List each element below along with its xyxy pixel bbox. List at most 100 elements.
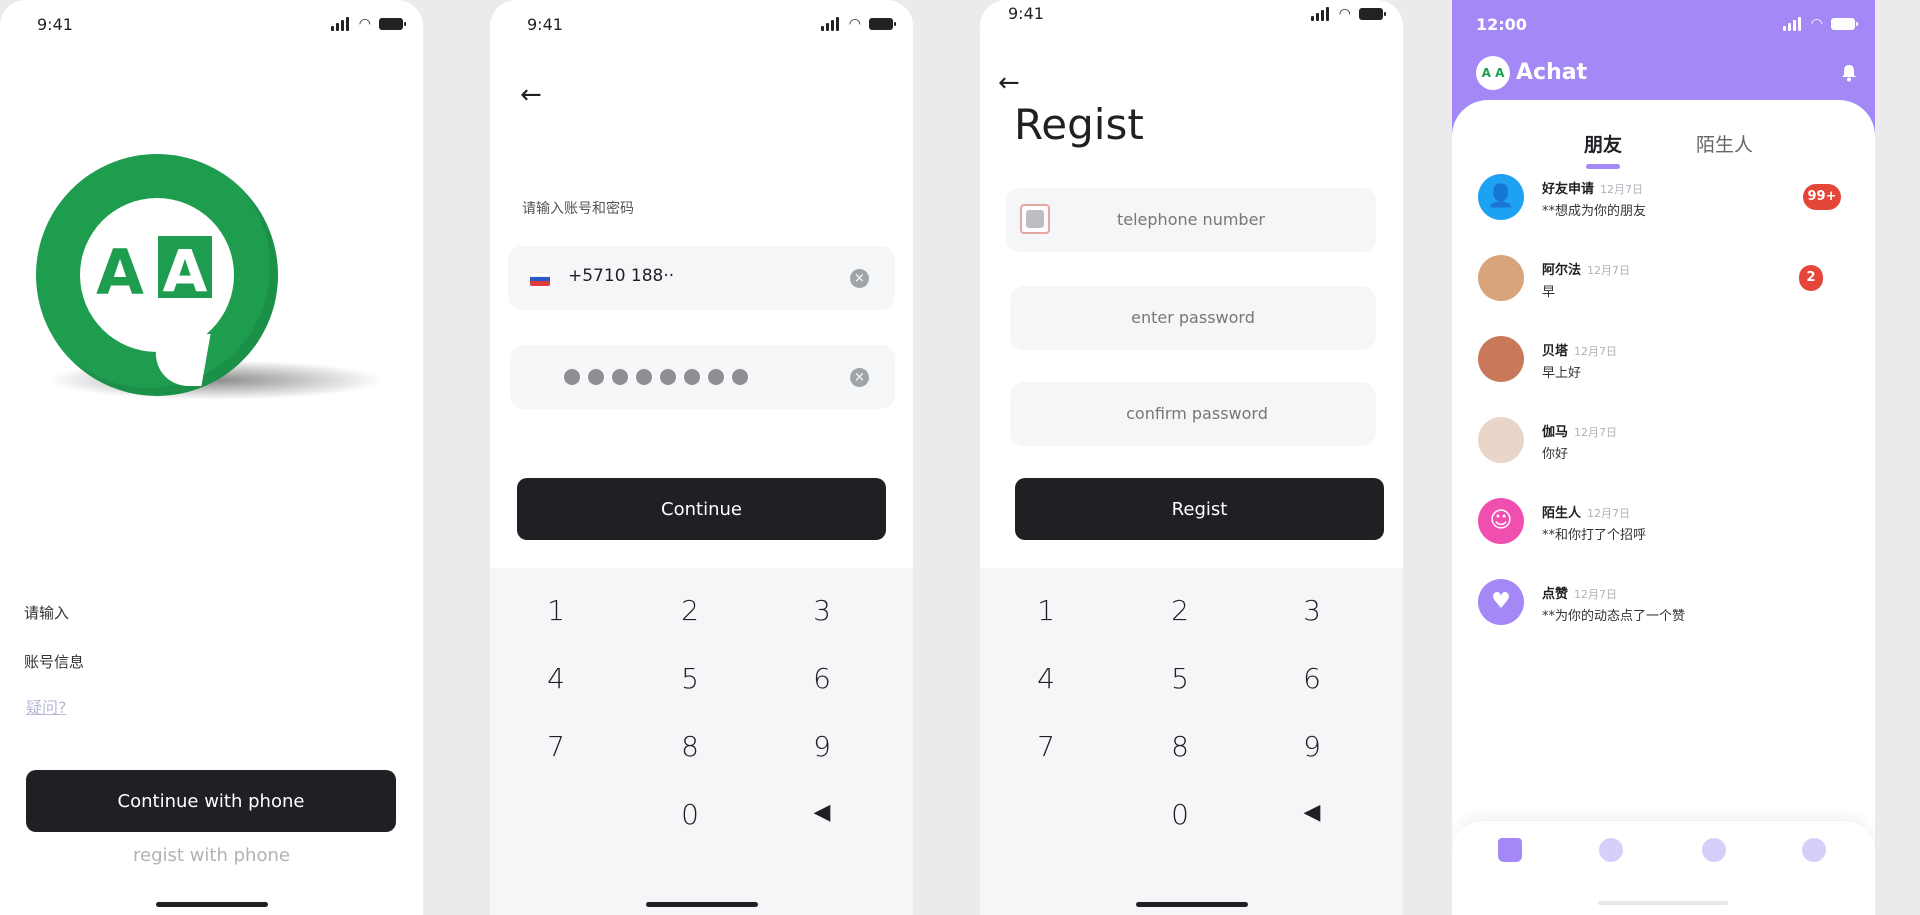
chat-list-item[interactable]: ♥ 点赞 12月7日 **为你的动态点了一个赞: [1452, 569, 1875, 639]
status-time: 9:41: [527, 15, 563, 34]
key-8[interactable]: 8: [660, 730, 720, 763]
regist-button[interactable]: Regist: [1015, 478, 1384, 540]
russia-flag-icon: [530, 272, 550, 286]
clear-icon[interactable]: ×: [850, 368, 869, 387]
home-indicator: [1135, 902, 1248, 907]
app-logo: A A: [36, 150, 396, 420]
chat-name: 好友申请 12月7日: [1542, 182, 1644, 197]
chat-list-item[interactable]: 贝塔 12月7日 早上好: [1452, 326, 1875, 396]
backspace-icon[interactable]: ◀: [792, 800, 852, 825]
chat-name: 阿尔法 12月7日: [1542, 263, 1631, 278]
tab-friends[interactable]: 朋友: [1584, 130, 1622, 169]
key-6[interactable]: 6: [1282, 662, 1342, 695]
unread-badge: 2: [1799, 265, 1823, 291]
home-icon[interactable]: [1498, 838, 1522, 862]
password-dot: [564, 369, 580, 385]
phone-number-field[interactable]: +5710 188·· ×: [508, 246, 895, 310]
unread-badge: 99+: [1803, 184, 1841, 210]
confirm-password-field[interactable]: confirm password: [1010, 382, 1376, 446]
key-2[interactable]: 2: [660, 594, 720, 627]
chat-name: 点赞 12月7日: [1542, 587, 1618, 602]
chat-name: 伽马 12月7日: [1542, 425, 1618, 440]
bottom-nav: [1452, 820, 1875, 915]
back-arrow-icon[interactable]: ←: [998, 68, 1020, 98]
key-9[interactable]: 9: [792, 730, 852, 763]
continue-with-phone-button[interactable]: Continue with phone: [26, 770, 396, 832]
key-3[interactable]: 3: [792, 594, 852, 627]
key-9[interactable]: 9: [1282, 730, 1342, 763]
password-field[interactable]: ×: [510, 345, 895, 409]
chat-date: 12月7日: [1587, 264, 1631, 277]
signal-icon: [1310, 7, 1331, 21]
signal-icon: [1782, 17, 1803, 31]
backspace-icon[interactable]: ◀: [1282, 800, 1342, 825]
chat-list-screen: 12:00 ◠ A A Achat 朋友 陌生人 👤 好友申请 12月7日 **想成为…: [1452, 0, 1875, 915]
login-screen: 9:41 ◠ ← 请输入账号和密码 +5710 188·· × × Contin…: [490, 0, 913, 915]
chat-list-item[interactable]: ☺ 陌生人 12月7日 **和你打了个招呼: [1452, 488, 1875, 558]
key-2[interactable]: 2: [1150, 594, 1210, 627]
telephone-number-field[interactable]: telephone number: [1006, 188, 1376, 252]
enter-password-field[interactable]: enter password: [1010, 286, 1376, 350]
avatar: [1478, 255, 1524, 301]
continue-button[interactable]: Continue: [517, 478, 886, 540]
welcome-screen: 9:41 ◠ A A 请输入 账号信息 疑问? Continue with ph…: [0, 0, 423, 915]
profile-icon[interactable]: [1802, 838, 1826, 862]
key-3[interactable]: 3: [1282, 594, 1342, 627]
confirm-placeholder: confirm password: [1126, 404, 1268, 423]
chat-message: 你好: [1542, 447, 1569, 462]
chat-list-item[interactable]: 阿尔法 12月7日早 2: [1452, 245, 1875, 315]
app-logo: A A: [1476, 56, 1510, 90]
key-7[interactable]: 7: [526, 730, 586, 763]
chat-icon[interactable]: [1702, 838, 1726, 862]
password-dot: [612, 369, 628, 385]
chat-date: 12月7日: [1600, 183, 1644, 196]
avatar: [1478, 417, 1524, 463]
home-indicator: [645, 902, 758, 907]
battery-icon: [869, 18, 896, 30]
smile-icon: ☺: [1478, 498, 1524, 544]
back-arrow-icon[interactable]: ←: [520, 80, 542, 110]
key-8[interactable]: 8: [1150, 730, 1210, 763]
chat-list-item[interactable]: 伽马 12月7日 你好: [1452, 407, 1875, 477]
password-dot: [660, 369, 676, 385]
key-0[interactable]: 0: [660, 798, 720, 831]
phone-number-value: +5710 188··: [568, 266, 675, 286]
key-4[interactable]: 4: [1016, 662, 1076, 695]
page-title: Regist: [1014, 100, 1144, 149]
bell-icon[interactable]: [1841, 64, 1857, 82]
status-bar: 9:41 ◠: [0, 0, 423, 48]
key-6[interactable]: 6: [792, 662, 852, 695]
chat-panel: 朋友 陌生人 👤 好友申请 12月7日 **想成为你的朋友 99+ 阿尔法 12月7日早 2 贝…: [1452, 100, 1875, 915]
key-7[interactable]: 7: [1016, 730, 1076, 763]
chat-message: **想成为你的朋友: [1542, 204, 1647, 219]
key-1[interactable]: 1: [1016, 594, 1076, 627]
big-bubble-icon: A A: [36, 154, 278, 396]
key-0[interactable]: 0: [1150, 798, 1210, 831]
logo-letter: A: [96, 236, 144, 309]
help-link[interactable]: 疑问?: [26, 694, 67, 718]
key-1[interactable]: 1: [526, 594, 586, 627]
signal-icon: [820, 17, 841, 31]
regist-with-phone-link[interactable]: regist with phone: [0, 845, 423, 866]
number-keypad: 1 2 3 4 5 6 7 8 9 0 ◀: [490, 568, 913, 915]
status-time: 12:00: [1476, 15, 1527, 34]
chat-date: 12月7日: [1574, 345, 1618, 358]
key-5[interactable]: 5: [660, 662, 720, 695]
login-hint: 请输入账号和密码: [522, 201, 634, 217]
home-indicator: [1598, 901, 1728, 905]
chat-message: 早: [1542, 285, 1556, 300]
status-time: 9:41: [1008, 4, 1044, 23]
discover-icon[interactable]: [1599, 838, 1623, 862]
wifi-icon: ◠: [848, 16, 861, 32]
key-4[interactable]: 4: [526, 662, 586, 695]
key-5[interactable]: 5: [1150, 662, 1210, 695]
chat-message: **和你打了个招呼: [1542, 528, 1647, 543]
status-bar: 9:41 ◠: [490, 0, 913, 48]
wifi-icon: ◠: [358, 16, 371, 32]
chat-list-item[interactable]: 👤 好友申请 12月7日 **想成为你的朋友 99+: [1452, 164, 1875, 234]
clear-icon[interactable]: ×: [850, 269, 869, 288]
tab-strangers[interactable]: 陌生人: [1696, 130, 1753, 157]
status-bar: 9:41 ◠: [980, 0, 1403, 48]
battery-icon: [1831, 18, 1858, 30]
chat-date: 12月7日: [1574, 588, 1618, 601]
